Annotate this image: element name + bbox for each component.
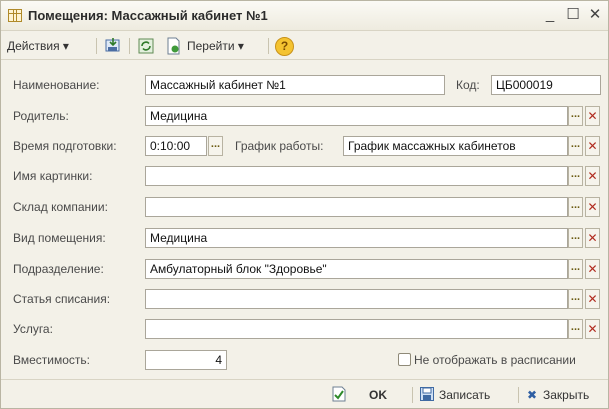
warehouse-label: Склад компании: xyxy=(13,200,108,214)
footer-divider xyxy=(518,387,519,403)
room-type-input[interactable]: Медицина xyxy=(145,228,568,248)
close-x-icon[interactable]: ✖ xyxy=(527,386,537,404)
prep-time-input[interactable]: 0:10:00 xyxy=(145,136,207,156)
hide-in-schedule-label: Не отображать в расписании xyxy=(414,353,576,367)
picture-name-input[interactable] xyxy=(145,166,568,186)
close-button[interactable]: Закрыть xyxy=(543,386,589,404)
catalog-table-icon xyxy=(8,9,22,22)
capacity-input[interactable]: 4 xyxy=(145,350,227,370)
prep-time-label: Время подготовки: xyxy=(13,139,117,153)
code-input[interactable]: ЦБ000019 xyxy=(491,75,601,95)
window-title: Помещения: Массажный кабинет №1 xyxy=(28,8,268,23)
button-bar: OK Записать ✖ Закрыть xyxy=(1,379,608,408)
warehouse-clear-button[interactable]: ✕ xyxy=(585,197,600,217)
toolbar-divider xyxy=(129,38,130,54)
toolbar-divider xyxy=(268,38,269,54)
name-label: Наименование: xyxy=(13,78,100,92)
toolbar: Действия ▾ Перейти ▾ ? xyxy=(1,32,608,60)
footer-divider xyxy=(412,387,413,403)
close-window-button[interactable]: ✕ xyxy=(586,6,604,24)
ok-button[interactable]: OK xyxy=(369,386,387,404)
department-label: Подразделение: xyxy=(13,262,104,276)
toolbar-divider xyxy=(96,38,97,54)
schedule-select-button[interactable]: ... xyxy=(568,136,583,156)
hide-in-schedule-checkbox[interactable] xyxy=(398,353,411,366)
save-button[interactable]: Записать xyxy=(439,386,490,404)
parent-input[interactable]: Медицина xyxy=(145,106,568,126)
service-select-button[interactable]: ... xyxy=(568,319,583,339)
room-type-label: Вид помещения: xyxy=(13,231,106,245)
document-copy-icon[interactable] xyxy=(164,37,182,55)
save-floppy-icon[interactable] xyxy=(419,386,435,402)
goto-menu[interactable]: Перейти ▾ xyxy=(187,37,244,55)
schedule-input[interactable]: График массажных кабинетов xyxy=(343,136,568,156)
minimize-button[interactable]: _ xyxy=(541,6,559,24)
save-and-close-icon[interactable] xyxy=(104,37,122,55)
department-clear-button[interactable]: ✕ xyxy=(585,259,600,279)
room-type-clear-button[interactable]: ✕ xyxy=(585,228,600,248)
capacity-label: Вместимость: xyxy=(13,353,90,367)
actions-menu[interactable]: Действия ▾ xyxy=(7,37,69,55)
help-icon[interactable]: ? xyxy=(275,37,294,56)
department-select-button[interactable]: ... xyxy=(568,259,583,279)
service-clear-button[interactable]: ✕ xyxy=(585,319,600,339)
picture-name-clear-button[interactable]: ✕ xyxy=(585,166,600,186)
parent-select-button[interactable]: ... xyxy=(568,106,583,126)
parent-clear-button[interactable]: ✕ xyxy=(585,106,600,126)
writeoff-input[interactable] xyxy=(145,289,568,309)
picture-name-label: Имя картинки: xyxy=(13,169,93,183)
refresh-icon[interactable] xyxy=(137,37,155,55)
title-bar[interactable]: Помещения: Массажный кабинет №1 _ ☐ ✕ xyxy=(1,1,608,31)
name-input[interactable]: Массажный кабинет №1 xyxy=(145,75,445,95)
warehouse-select-button[interactable]: ... xyxy=(568,197,583,217)
writeoff-label: Статья списания: xyxy=(13,292,111,306)
parent-label: Родитель: xyxy=(13,109,69,123)
schedule-clear-button[interactable]: ✕ xyxy=(585,136,600,156)
department-input[interactable]: Амбулаторный блок "Здоровье" xyxy=(145,259,568,279)
writeoff-clear-button[interactable]: ✕ xyxy=(585,289,600,309)
warehouse-input[interactable] xyxy=(145,197,568,217)
room-type-select-button[interactable]: ... xyxy=(568,228,583,248)
ok-check-icon[interactable] xyxy=(331,386,347,402)
maximize-button[interactable]: ☐ xyxy=(564,6,582,24)
code-label: Код: xyxy=(456,78,480,92)
service-label: Услуга: xyxy=(13,322,53,336)
picture-name-select-button[interactable]: ... xyxy=(568,166,583,186)
prep-time-select-button[interactable]: ... xyxy=(208,136,223,156)
dialog-window: Помещения: Массажный кабинет №1 _ ☐ ✕ Де… xyxy=(0,0,609,409)
service-input[interactable] xyxy=(145,319,568,339)
schedule-label: График работы: xyxy=(235,139,324,153)
writeoff-select-button[interactable]: ... xyxy=(568,289,583,309)
